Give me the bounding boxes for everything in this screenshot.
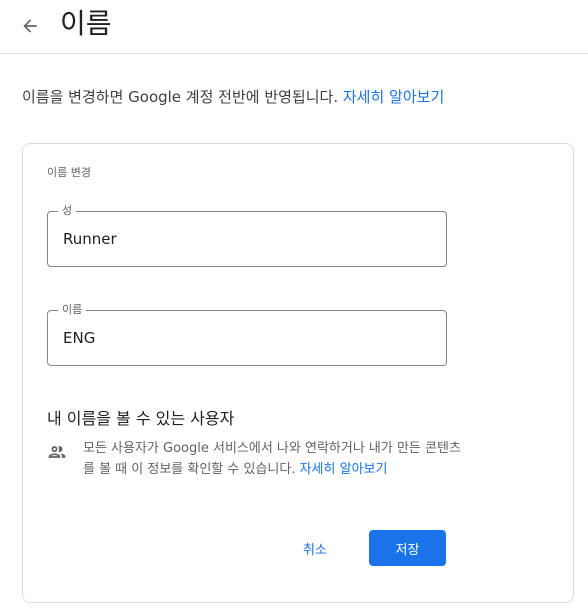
- first-name-field[interactable]: 이름: [47, 302, 447, 366]
- visibility-title: 내 이름을 볼 수 있는 사용자: [47, 409, 235, 428]
- last-name-input[interactable]: [63, 212, 433, 266]
- page-header: 이름: [0, 0, 588, 54]
- people-icon: [48, 446, 66, 458]
- visibility-text: 모든 사용자가 Google 서비스에서 나와 연락하거나 내가 만든 콘텐츠를…: [83, 441, 461, 477]
- first-name-input[interactable]: [63, 311, 433, 365]
- visibility-learn-more-link[interactable]: 자세히 알아보기: [300, 462, 388, 477]
- card-title: 이름 변경: [47, 166, 91, 179]
- intro-description: 이름을 변경하면 Google 계정 전반에 반영됩니다.: [22, 88, 343, 106]
- last-name-field[interactable]: 성: [47, 203, 447, 267]
- back-button[interactable]: [14, 10, 46, 42]
- save-button[interactable]: 저장: [369, 530, 446, 566]
- arrow-back-icon: [23, 19, 37, 33]
- visibility-description: 모든 사용자가 Google 서비스에서 나와 연락하거나 내가 만든 콘텐츠를…: [83, 438, 463, 480]
- page-title: 이름: [60, 7, 112, 40]
- intro-text: 이름을 변경하면 Google 계정 전반에 반영됩니다. 자세히 알아보기: [22, 86, 444, 108]
- cancel-button[interactable]: 취소: [287, 530, 343, 566]
- learn-more-link[interactable]: 자세히 알아보기: [343, 88, 444, 106]
- name-change-card: 이름 변경 성 이름 내 이름을 볼 수 있는 사용자 모든 사용자가 Goog…: [22, 143, 574, 603]
